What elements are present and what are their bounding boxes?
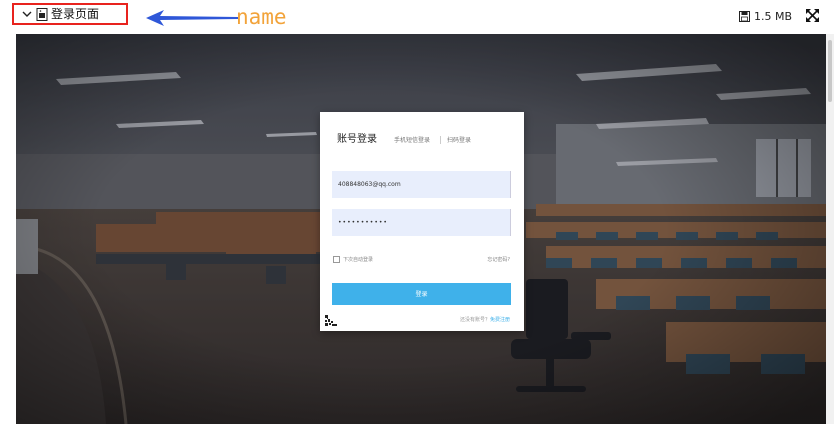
remember-checkbox[interactable] (333, 256, 340, 263)
save-icon (738, 10, 750, 22)
page-title: 登录页面 (51, 7, 100, 21)
qr-code-icon[interactable] (324, 311, 340, 327)
login-button[interactable]: 登录 (332, 283, 511, 305)
tab-divider (440, 136, 441, 144)
file-size-indicator: 1.5 MB (738, 8, 792, 24)
input-edge (510, 209, 511, 236)
signup-prompt: 还没有账号？免费注册 (460, 316, 510, 323)
scrollbar-thumb[interactable] (828, 40, 832, 102)
login-card: 账号登录 手机短信登录 扫码登录 下次自动登录 忘记密码? 登录 (320, 112, 524, 331)
file-size-text: 1.5 MB (753, 9, 792, 23)
annotation-label: name (236, 5, 287, 29)
password-input[interactable] (332, 209, 510, 236)
expand-icon[interactable] (806, 9, 819, 22)
image-preview: 账号登录 手机短信登录 扫码登录 下次自动登录 忘记密码? 登录 (16, 34, 826, 424)
forgot-password-link[interactable]: 忘记密码? (487, 256, 510, 263)
tab-account-login[interactable]: 账号登录 (337, 133, 377, 147)
signup-prompt-text: 还没有账号？ (459, 317, 490, 323)
image-file-icon (36, 8, 48, 21)
remember-me[interactable]: 下次自动登录 (333, 256, 373, 263)
preview-header: 登录页面 name 1.5 MB (0, 0, 834, 34)
remember-label: 下次自动登录 (343, 257, 374, 263)
annotation-arrow-icon (146, 10, 238, 26)
chevron-down-icon[interactable] (21, 8, 33, 20)
input-edge (510, 171, 511, 198)
signup-link[interactable]: 免费注册 (490, 317, 510, 323)
tab-sms-login[interactable]: 手机短信登录 (394, 137, 430, 145)
page-root: 登录页面 name 1.5 MB 账号登录 手机短信登录 扫码登录 408848… (0, 0, 834, 436)
username-input[interactable] (332, 171, 510, 198)
tab-qr-login[interactable]: 扫码登录 (447, 137, 471, 145)
